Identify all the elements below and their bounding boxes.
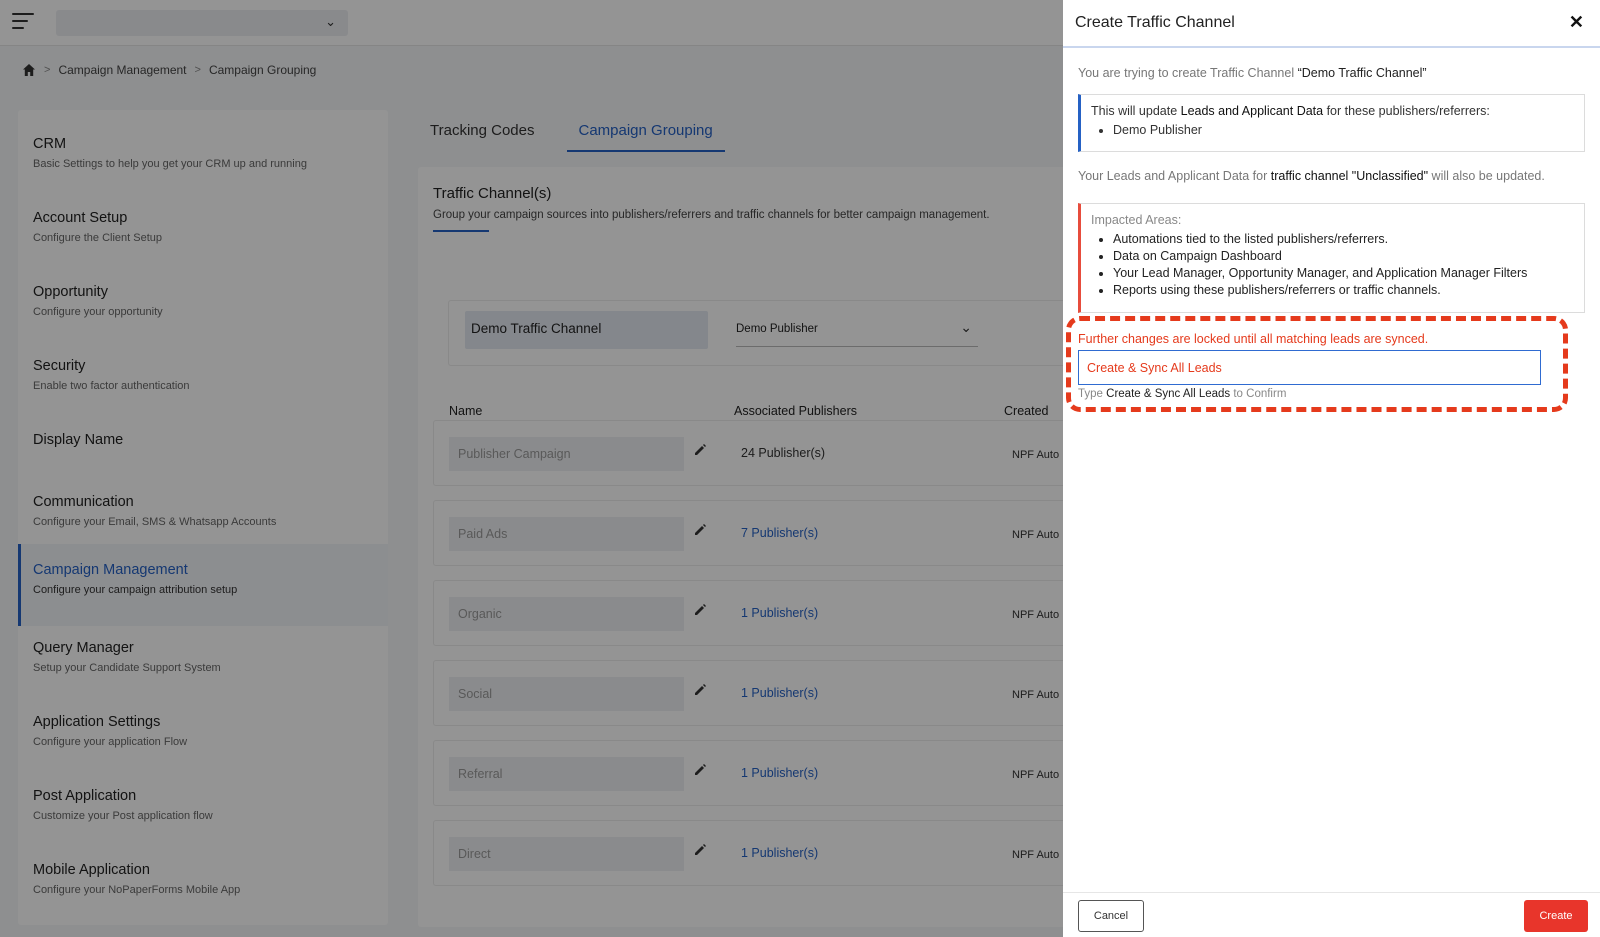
hint-phrase: Create & Sync All Leads	[1106, 388, 1231, 400]
info-prefix: This will update	[1091, 104, 1181, 118]
drawer-intro: You are trying to create Traffic Channel…	[1078, 66, 1427, 80]
also-bold: traffic channel "Unclassified"	[1270, 169, 1429, 183]
also-prefix: Your Leads and Applicant Data for	[1078, 169, 1271, 183]
create-button[interactable]: Create	[1524, 900, 1588, 932]
info-suffix: for these publishers/referrers:	[1323, 104, 1490, 118]
impacted-list: Automations tied to the listed publisher…	[1113, 232, 1574, 297]
info-text: This will update Leads and Applicant Dat…	[1091, 104, 1574, 118]
list-item: Your Lead Manager, Opportunity Manager, …	[1113, 266, 1574, 280]
drawer-title: Create Traffic Channel	[1075, 14, 1235, 31]
list-item: Reports using these publishers/referrers…	[1113, 283, 1574, 297]
list-item: Data on Campaign Dashboard	[1113, 249, 1574, 263]
list-item: Automations tied to the listed publisher…	[1113, 232, 1574, 246]
lock-warning: Further changes are locked until all mat…	[1078, 332, 1429, 346]
publisher-list: Demo Publisher	[1113, 123, 1574, 137]
hint-suffix: to Confirm	[1230, 388, 1287, 400]
impacted-areas-box: Impacted Areas: Automations tied to the …	[1078, 203, 1585, 313]
intro-text: You are trying to create Traffic Channel	[1078, 66, 1298, 80]
close-icon[interactable]: ✕	[1569, 12, 1584, 33]
info-bold: Leads and Applicant Data	[1180, 104, 1324, 118]
confirm-hint: Type Create & Sync All Leads to Confirm	[1078, 388, 1286, 400]
hint-prefix: Type	[1078, 388, 1107, 400]
impacted-title: Impacted Areas:	[1091, 213, 1182, 227]
cancel-button[interactable]: Cancel	[1078, 900, 1144, 932]
list-item: Demo Publisher	[1113, 123, 1574, 137]
unclassified-note: Your Leads and Applicant Data for traffi…	[1078, 169, 1545, 183]
also-suffix: will also be updated.	[1428, 169, 1545, 183]
drawer-header: Create Traffic Channel ✕	[1063, 0, 1600, 48]
confirm-text-input[interactable]	[1078, 350, 1541, 385]
intro-channel-name: “Demo Traffic Channel”	[1297, 66, 1427, 80]
update-info-box: This will update Leads and Applicant Dat…	[1078, 94, 1585, 152]
create-traffic-channel-drawer: Create Traffic Channel ✕ You are trying …	[1063, 0, 1600, 937]
